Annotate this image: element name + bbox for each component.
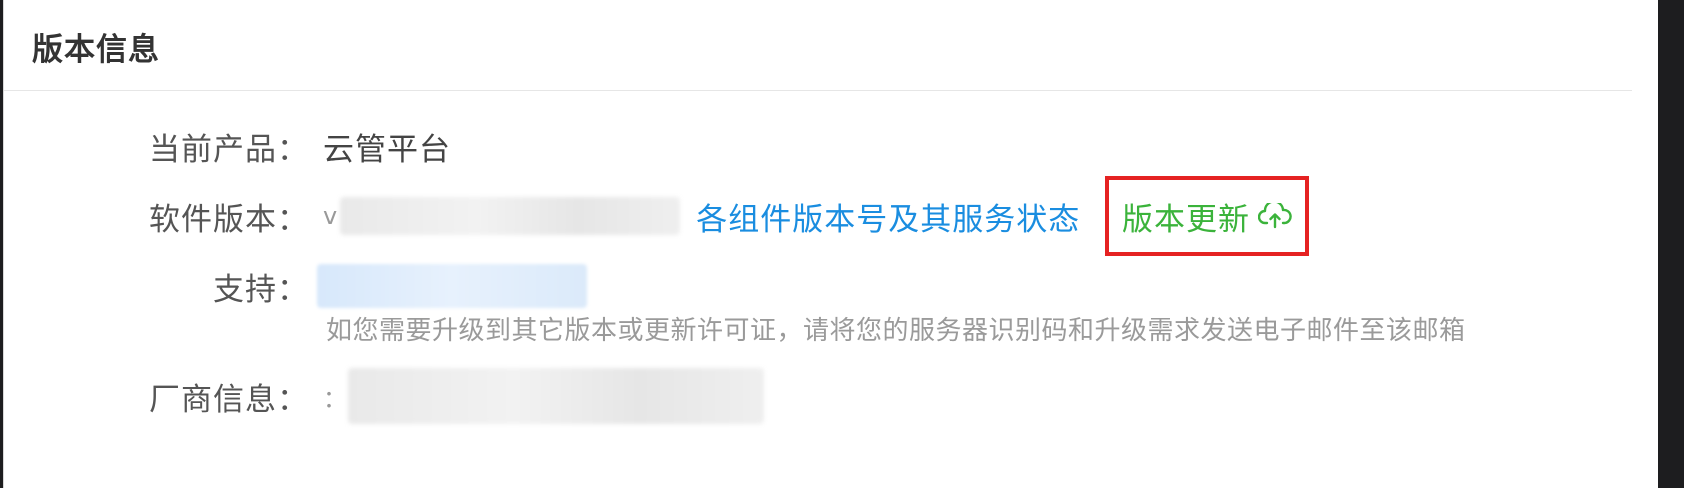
support-email-redacted[interactable] (317, 264, 587, 308)
software-version-row: 软件版本： v 各组件版本号及其服务状态 (4, 194, 1080, 238)
product-label: 当前产品： (149, 131, 309, 168)
version-update-button[interactable]: 版本更新 (1105, 176, 1309, 256)
version-update-label: 版本更新 (1122, 201, 1250, 238)
support-hint-text: 如您需要升级到其它版本或更新许可证，请将您的服务器识别码和升级需求发送电子邮件至… (326, 316, 1466, 346)
software-version-value-redacted (340, 197, 681, 235)
components-version-link[interactable]: 各组件版本号及其服务状态 (696, 194, 1080, 239)
section-title: 版本信息 (32, 32, 160, 68)
software-version-label: 软件版本： (149, 201, 309, 238)
cloud-upload-icon (1258, 203, 1292, 229)
right-edge (1632, 0, 1658, 488)
software-version-prefix: v (323, 202, 339, 230)
product-value: 云管平台 (323, 131, 451, 168)
product-row: 当前产品： 云管平台 (4, 124, 451, 168)
support-label: 支持： (213, 271, 309, 308)
version-info-panel: 版本信息 当前产品： 云管平台 软件版本： v 各组件版本号及其服务状态 版本更… (3, 0, 1658, 488)
vendor-label: 厂商信息： (149, 381, 309, 418)
support-row: 支持： (4, 264, 587, 308)
panel-header: 版本信息 (4, 0, 1658, 91)
vendor-value-prefix: ： (323, 384, 348, 413)
vendor-value-redacted (348, 368, 764, 424)
vendor-row: 厂商信息： ： (4, 368, 764, 424)
